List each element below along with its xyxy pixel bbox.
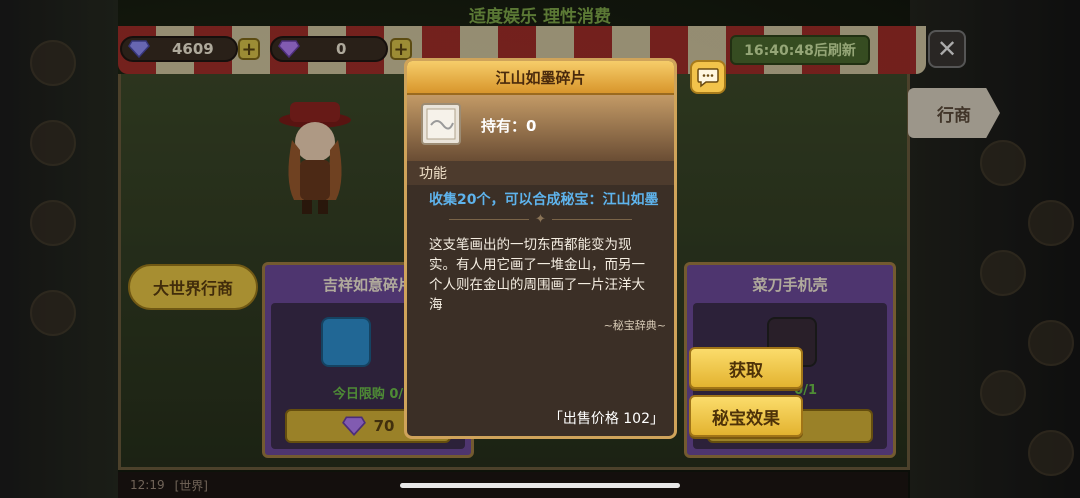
sparkle-icon: ✦ bbox=[535, 211, 546, 227]
chat-bubble-icon[interactable] bbox=[690, 60, 726, 94]
lore-text: 这支笔画出的一切东西都能变为现实。有人用它画了一堆金山，而另一个人则在金山的周围… bbox=[429, 237, 645, 313]
lore-source: ~秘宝辞典~ bbox=[603, 319, 666, 332]
function-description: 收集20个，可以合成秘宝：江山如墨 bbox=[429, 192, 659, 208]
home-indicator[interactable] bbox=[400, 483, 680, 488]
popup-title: 江山如墨碎片 bbox=[407, 61, 674, 95]
scroll-fragment-icon bbox=[421, 103, 461, 145]
popup-item-section: 持有：0 bbox=[407, 95, 674, 161]
owned-count: 持有：0 bbox=[481, 117, 537, 135]
item-detail-popup: 江山如墨碎片 持有：0 功能 收集20个，可以合成秘宝：江山如墨 ✦ 这支笔画出… bbox=[404, 58, 677, 439]
obtain-button[interactable]: 获取 bbox=[689, 347, 803, 389]
sell-price: 「出售价格 102」 bbox=[548, 411, 664, 427]
function-header: 功能 bbox=[407, 161, 674, 185]
divider: ✦ bbox=[407, 209, 674, 229]
treasure-effect-button[interactable]: 秘宝效果 bbox=[689, 395, 803, 437]
